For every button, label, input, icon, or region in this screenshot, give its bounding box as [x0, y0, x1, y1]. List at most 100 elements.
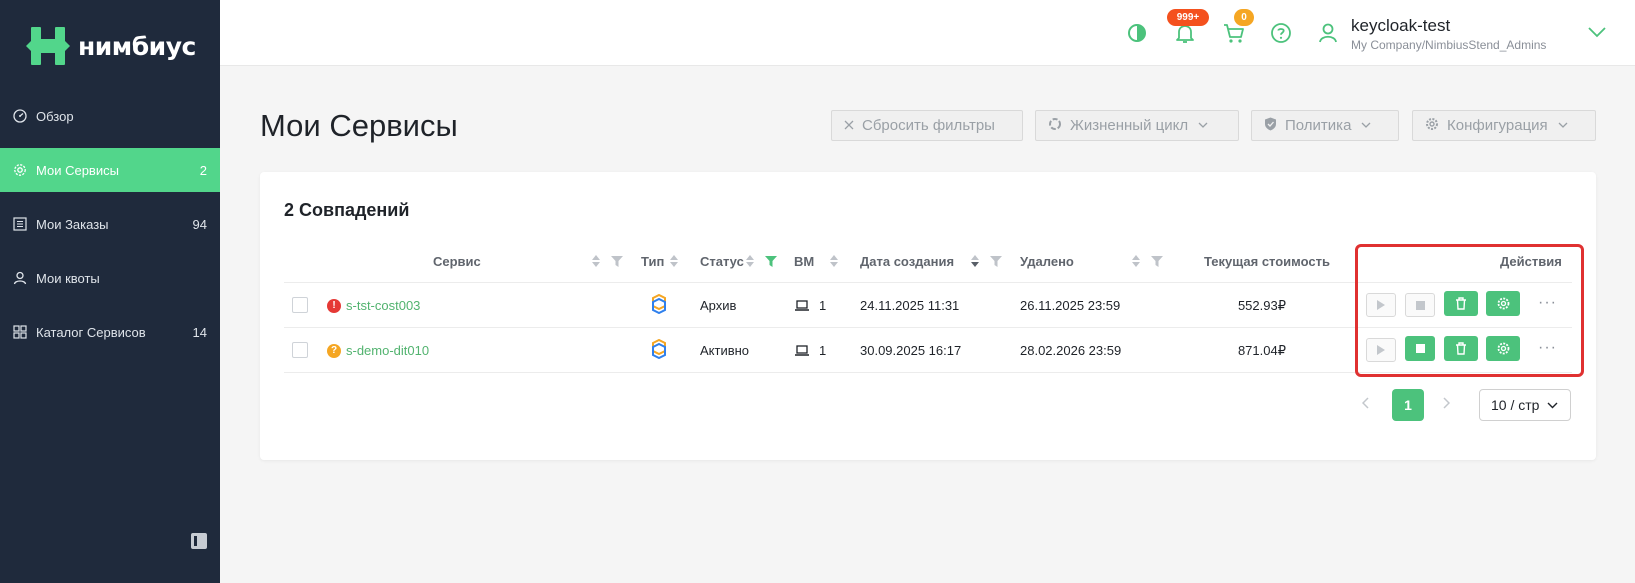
- sort-icon[interactable]: [746, 254, 754, 268]
- start-button[interactable]: [1366, 338, 1396, 362]
- stop-button[interactable]: [1405, 293, 1435, 317]
- deleted-date-cell: 28.02.2026 23:59: [1020, 343, 1122, 358]
- service-link[interactable]: s-tst-cost003: [346, 298, 420, 313]
- chevron-down-icon: [1198, 120, 1208, 131]
- deleted-date-cell: 26.11.2025 23:59: [1020, 298, 1121, 313]
- pagination-prev-icon[interactable]: [1361, 396, 1370, 412]
- sidebar-item-service-catalog[interactable]: Каталог Сервисов 14: [0, 310, 220, 354]
- lifecycle-filter-label: Жизненный цикл: [1070, 117, 1189, 134]
- column-header-service[interactable]: Сервис: [433, 254, 481, 269]
- top-header: 999+ 0 keycloak-test My Company/NimbiusS…: [220, 0, 1635, 66]
- sidebar: нимбиус Обзор Мои Сервисы 2 Мои Заказы 9…: [0, 0, 220, 583]
- sort-icon[interactable]: [1132, 254, 1140, 268]
- more-actions-button[interactable]: ···: [1538, 294, 1557, 312]
- filter-icon[interactable]: [1151, 256, 1163, 267]
- shield-icon: [1264, 117, 1277, 135]
- help-icon[interactable]: [1270, 22, 1292, 44]
- matches-count: 2 Совпадений: [284, 200, 410, 220]
- error-status-icon: !: [327, 299, 341, 313]
- sort-icon[interactable]: [830, 254, 838, 268]
- dashboard-icon: [13, 109, 27, 123]
- delete-button[interactable]: [1444, 291, 1478, 316]
- page-size-select[interactable]: 10 / стр: [1479, 389, 1571, 421]
- notifications-badge: 999+: [1167, 9, 1209, 26]
- filter-icon[interactable]: [990, 256, 1002, 267]
- settings-button[interactable]: [1486, 291, 1520, 316]
- gear-icon: [1497, 342, 1509, 355]
- laptop-icon: [795, 300, 809, 311]
- column-header-created[interactable]: Дата создания: [860, 254, 954, 269]
- lifecycle-filter-button[interactable]: Жизненный цикл: [1035, 110, 1239, 141]
- warning-status-icon: ?: [327, 344, 341, 358]
- settings-button[interactable]: [1486, 336, 1520, 361]
- user-icon: [13, 271, 27, 285]
- gear-icon: [1425, 117, 1439, 135]
- created-date-cell: 24.11.2025 11:31: [860, 298, 960, 313]
- delete-button[interactable]: [1444, 336, 1478, 361]
- column-header-type[interactable]: Тип: [641, 254, 664, 269]
- sidebar-item-count: 94: [192, 216, 207, 232]
- sidebar-collapse-button[interactable]: [191, 533, 207, 549]
- play-icon: [1377, 345, 1385, 355]
- column-header-deleted[interactable]: Удалено: [1020, 254, 1074, 269]
- more-actions-button[interactable]: ···: [1538, 339, 1557, 357]
- nimbius-logo-icon: [26, 27, 70, 65]
- user-avatar-icon[interactable]: [1317, 22, 1339, 44]
- policy-filter-label: Политика: [1285, 117, 1352, 134]
- row-checkbox[interactable]: [292, 342, 308, 358]
- column-header-status[interactable]: Статус: [700, 254, 744, 269]
- pagination-next-icon[interactable]: [1442, 396, 1451, 412]
- theme-toggle-icon[interactable]: [1126, 22, 1148, 44]
- sidebar-item-count: 14: [192, 324, 207, 340]
- sidebar-item-label: Мои квоты: [36, 270, 100, 286]
- policy-filter-button[interactable]: Политика: [1251, 110, 1399, 141]
- chevron-down-icon: [1547, 402, 1558, 408]
- cost-cell: 871.04₽: [1237, 343, 1286, 358]
- page-size-value: 10 / стр: [1491, 397, 1540, 413]
- sidebar-item-label: Каталог Сервисов: [36, 324, 146, 340]
- stop-icon: [1415, 344, 1425, 353]
- status-cell: Активно: [700, 343, 750, 358]
- chevron-down-icon[interactable]: [1587, 24, 1609, 46]
- cart-badge: 0: [1234, 9, 1254, 26]
- chevron-down-icon: [1361, 120, 1371, 131]
- sort-icon[interactable]: [670, 254, 678, 268]
- stop-icon: [1415, 300, 1425, 310]
- list-icon: [13, 217, 27, 231]
- sidebar-item-my-services[interactable]: Мои Сервисы 2: [0, 148, 220, 192]
- laptop-icon: [795, 345, 809, 356]
- service-type-icon: [652, 294, 666, 314]
- sidebar-item-my-orders[interactable]: Мои Заказы 94: [0, 202, 220, 246]
- created-date-cell: 30.09.2025 16:17: [860, 343, 962, 358]
- user-name: keycloak-test: [1351, 16, 1451, 35]
- filter-icon[interactable]: [611, 256, 623, 267]
- reset-filters-label: Сбросить фильтры: [862, 117, 995, 134]
- app-logo[interactable]: нимбиус: [26, 26, 196, 66]
- configuration-filter-button[interactable]: Конфигурация: [1412, 110, 1596, 141]
- logo-text: нимбиус: [78, 31, 196, 61]
- start-button[interactable]: [1366, 293, 1396, 317]
- column-header-vm[interactable]: ВМ: [794, 254, 814, 269]
- close-icon: [844, 117, 854, 134]
- sort-icon[interactable]: [592, 254, 600, 268]
- gear-icon: [1497, 297, 1509, 310]
- column-header-cost: Текущая стоимость: [1204, 254, 1330, 269]
- sidebar-item-label: Мои Заказы: [36, 216, 109, 232]
- row-divider: [284, 372, 1572, 373]
- filter-active-icon[interactable]: [765, 256, 777, 267]
- row-checkbox[interactable]: [292, 297, 308, 313]
- vm-count-cell: 1: [819, 343, 827, 358]
- sidebar-item-overview[interactable]: Обзор: [0, 94, 220, 138]
- pagination-page-current[interactable]: 1: [1392, 389, 1424, 421]
- sort-icon[interactable]: [971, 254, 979, 268]
- reset-filters-button[interactable]: Сбросить фильтры: [831, 110, 1023, 141]
- header-divider: [284, 282, 1572, 283]
- service-link[interactable]: s-demo-dit010: [346, 343, 429, 358]
- sidebar-item-label: Мои Сервисы: [36, 162, 119, 178]
- sidebar-item-my-quotas[interactable]: Мои квоты: [0, 256, 220, 300]
- configuration-filter-label: Конфигурация: [1447, 117, 1548, 134]
- column-header-actions: Действия: [1500, 254, 1562, 269]
- stop-button[interactable]: [1405, 336, 1435, 361]
- cost-cell: 552.93₽: [1237, 298, 1286, 313]
- service-type-icon: [652, 339, 666, 359]
